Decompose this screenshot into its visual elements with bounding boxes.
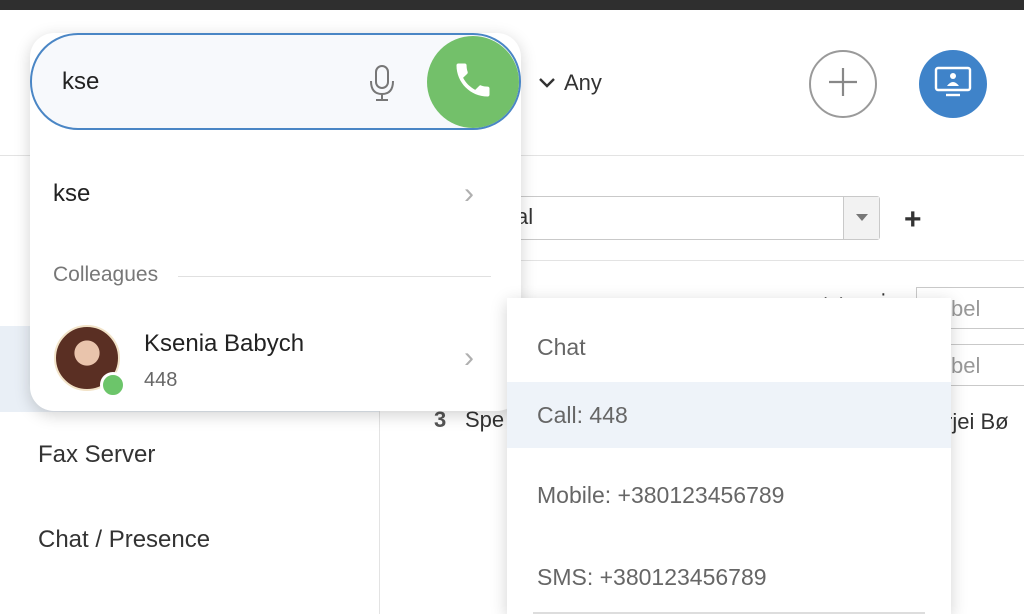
presence-status-icon	[100, 372, 126, 398]
screen-share-button[interactable]	[919, 50, 987, 118]
chevron-down-icon	[855, 214, 868, 221]
sidebar-item-chat-presence[interactable]: Chat / Presence	[38, 526, 210, 554]
add-row-button[interactable]: +	[904, 205, 922, 235]
contact-extension: 448	[144, 369, 178, 391]
mic-icon[interactable]	[368, 64, 396, 102]
filter-label: Any	[564, 70, 602, 95]
filter-dropdown[interactable]: Any	[538, 70, 602, 96]
search-query: kse	[62, 68, 100, 95]
menu-item-chat[interactable]: Chat	[507, 314, 951, 380]
contact-name[interactable]: Ksenia Babych	[144, 330, 304, 358]
menu-item-sms[interactable]: SMS: +380123456789	[507, 544, 951, 610]
select-arrow-button[interactable]	[843, 197, 879, 239]
plus-icon	[826, 65, 860, 104]
section-divider	[178, 276, 491, 277]
window-top-strip	[0, 0, 1024, 10]
chevron-right-icon[interactable]: ›	[464, 343, 474, 373]
screen-share-icon	[933, 65, 973, 104]
sidebar-item-fax-server[interactable]: Fax Server	[38, 441, 155, 469]
menu-item-call[interactable]: Call: 448	[507, 382, 951, 448]
call-button[interactable]	[427, 36, 519, 128]
chevron-down-icon	[538, 77, 556, 89]
chevron-right-icon: ›	[464, 177, 474, 210]
suggestion-query[interactable]: kse	[53, 180, 90, 208]
menu-item-mobile[interactable]: Mobile: +380123456789	[507, 462, 951, 528]
add-button[interactable]	[809, 50, 877, 118]
type-select[interactable]	[500, 196, 880, 240]
section-label-colleagues: Colleagues	[53, 263, 159, 286]
contact-action-menu: Chat Call: 448 Mobile: +380123456789 SMS…	[507, 298, 951, 614]
phone-icon	[451, 58, 495, 107]
